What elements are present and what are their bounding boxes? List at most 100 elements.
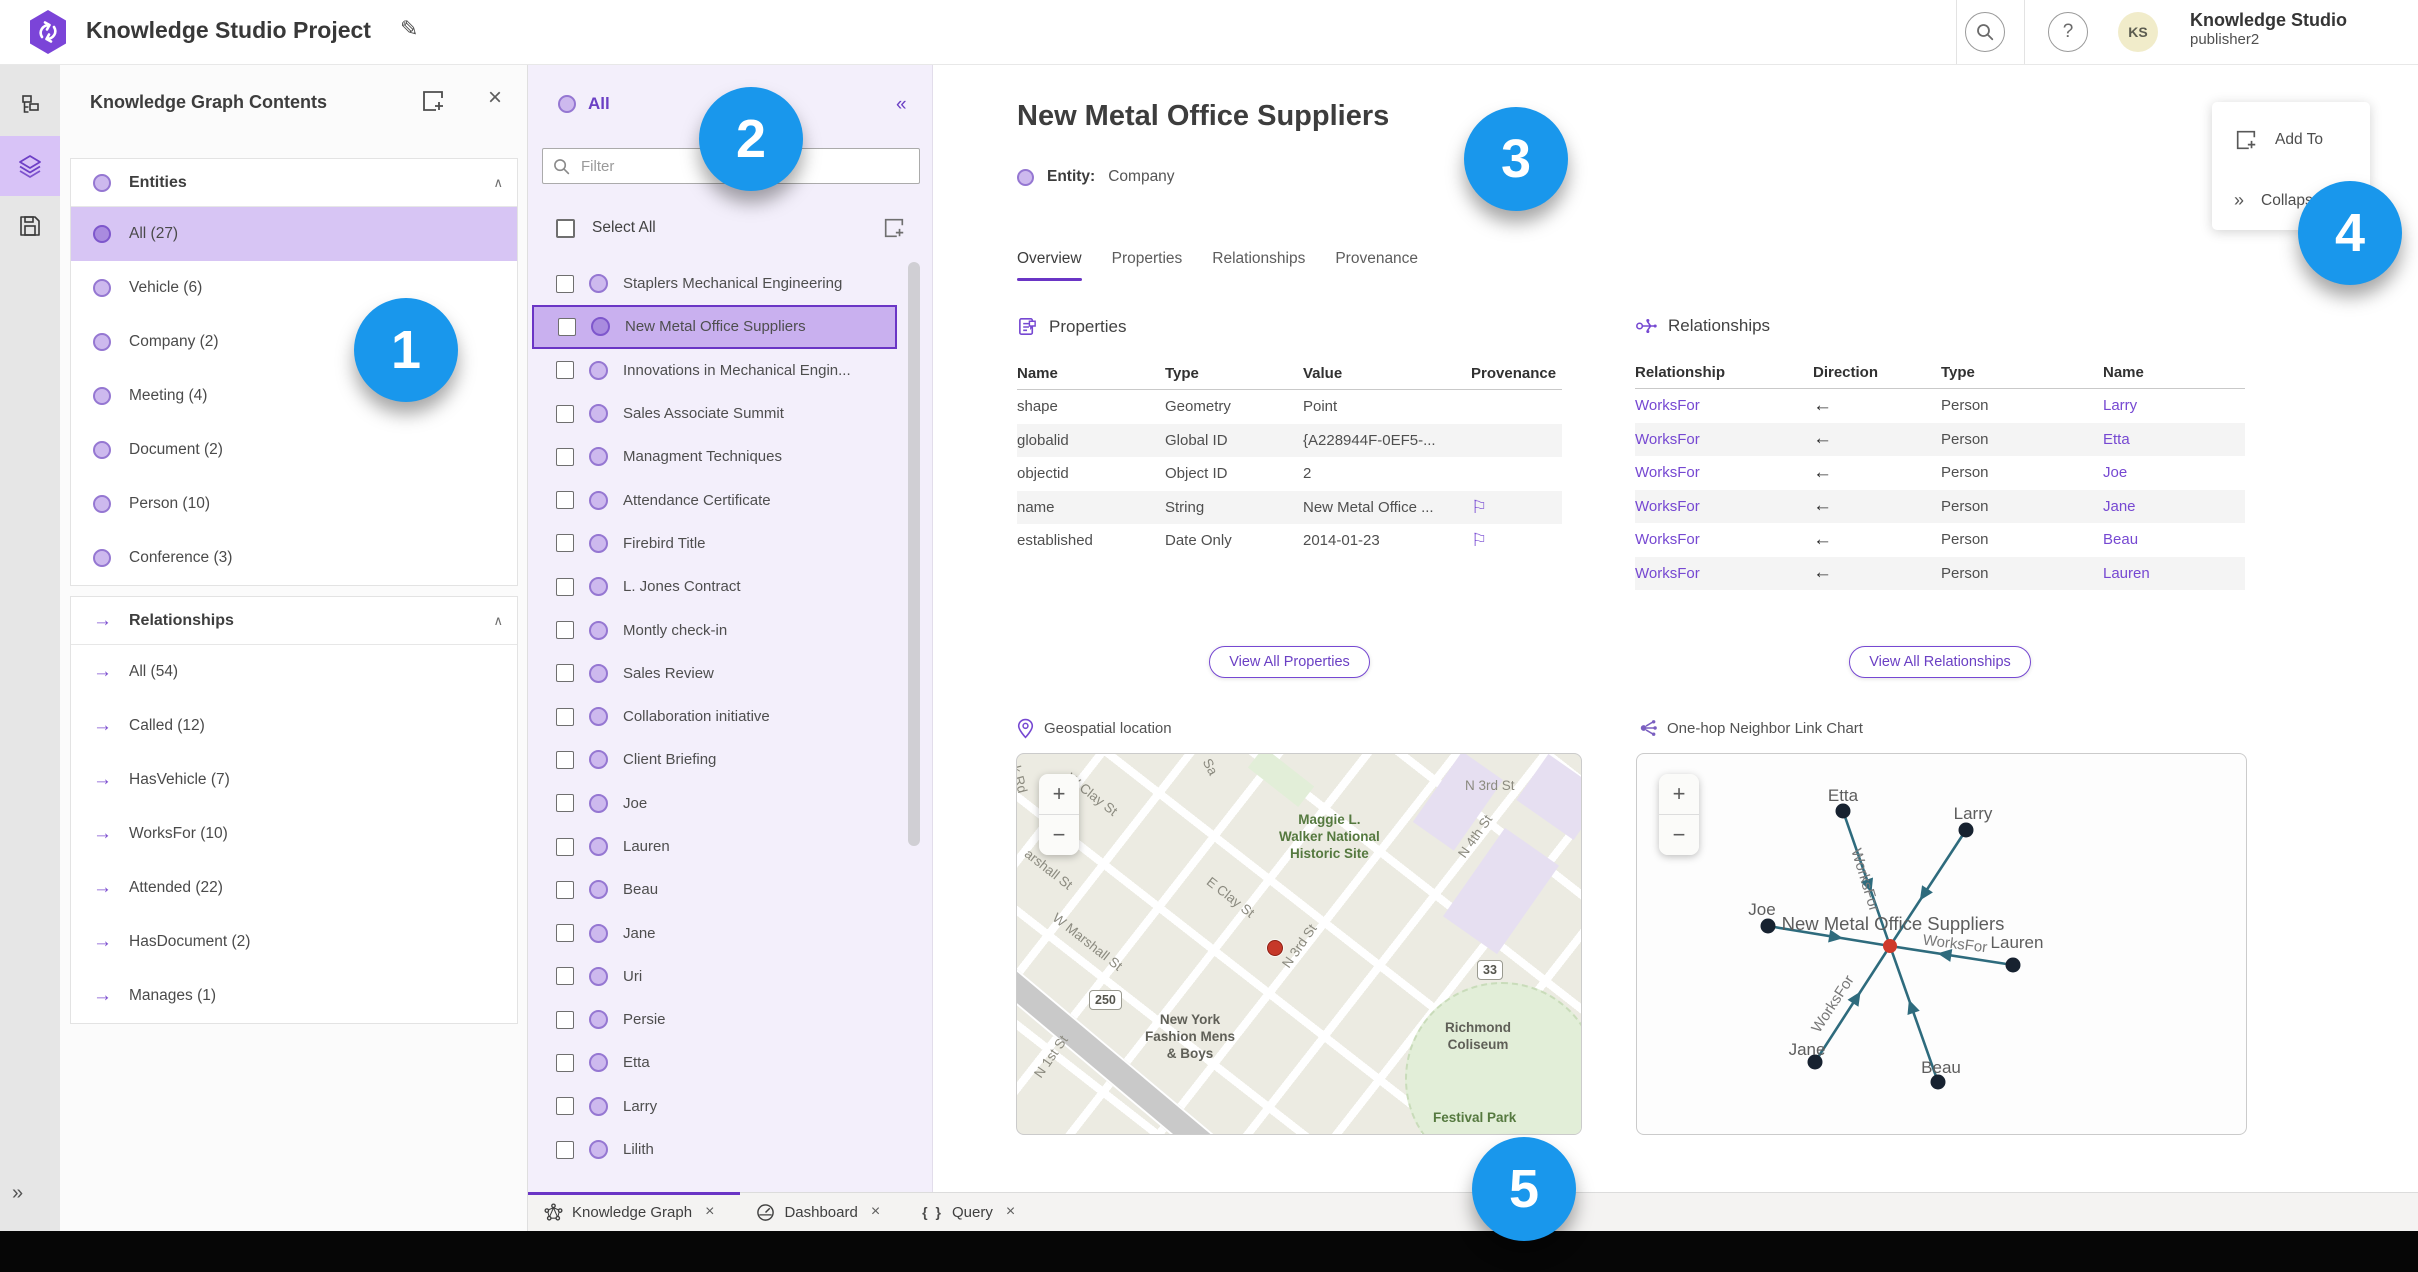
close-tab-icon[interactable]: × [871, 1203, 880, 1221]
list-item[interactable]: Etta [528, 1041, 933, 1084]
list-item[interactable]: Sales Associate Summit [528, 392, 933, 435]
list-item[interactable]: Persie [528, 998, 933, 1041]
tab-overview[interactable]: Overview [1017, 250, 1082, 281]
sidebar-item[interactable]: → HasDocument (2) [71, 915, 517, 969]
schema-tool-button[interactable] [0, 76, 60, 136]
edit-title-icon[interactable]: ✎ [400, 16, 418, 42]
list-item[interactable]: Sales Review [528, 652, 933, 695]
list-item[interactable]: Joe [528, 782, 933, 825]
chart-zoom-in-button[interactable]: + [1659, 774, 1699, 815]
item-checkbox[interactable] [556, 361, 574, 380]
item-checkbox[interactable] [556, 664, 574, 683]
close-panel-icon[interactable]: × [488, 84, 502, 112]
item-checkbox[interactable] [556, 491, 574, 510]
account-menu[interactable]: Knowledge Studio publisher2 [2190, 10, 2347, 48]
item-checkbox[interactable] [556, 404, 574, 423]
tab-provenance[interactable]: Provenance [1335, 250, 1418, 281]
item-checkbox[interactable] [556, 274, 574, 293]
chart-zoom-out-button[interactable]: − [1659, 815, 1699, 855]
provenance-flag-icon[interactable]: ⚐ [1471, 497, 1562, 518]
list-item[interactable]: New Metal Office Suppliers [532, 305, 897, 349]
close-tab-icon[interactable]: × [705, 1203, 714, 1221]
sidebar-item[interactable]: → Manages (1) [71, 969, 517, 1023]
sidebar-item[interactable]: Conference (3) [71, 531, 517, 585]
item-checkbox[interactable] [556, 967, 574, 986]
entity-name-link[interactable]: Lauren [2103, 565, 2245, 582]
item-checkbox[interactable] [556, 1010, 574, 1029]
list-item[interactable]: Managment Techniques [528, 435, 933, 478]
entity-name-link[interactable]: Jane [2103, 498, 2245, 515]
list-item[interactable]: Staplers Mechanical Engineering [528, 262, 933, 305]
save-button[interactable] [0, 196, 60, 256]
list-item[interactable]: Client Briefing [528, 738, 933, 781]
entity-name-link[interactable]: Beau [2103, 531, 2245, 548]
sidebar-item[interactable]: → Called (12) [71, 699, 517, 753]
relationship-link[interactable]: WorksFor [1635, 431, 1813, 448]
collapse-panel-icon[interactable]: « [896, 94, 907, 116]
list-item[interactable]: Lilith [528, 1128, 933, 1171]
relationship-link[interactable]: WorksFor [1635, 397, 1813, 414]
sidebar-item[interactable]: → Attended (22) [71, 861, 517, 915]
select-all-checkbox[interactable] [556, 218, 575, 238]
item-checkbox[interactable] [556, 794, 574, 813]
sidebar-item[interactable]: Person (10) [71, 477, 517, 531]
geospatial-map[interactable]: k Rd W Clay St Sa Maggie L. Walker National… [1016, 753, 1582, 1135]
help-button[interactable]: ? [2048, 12, 2088, 52]
entity-name-link[interactable]: Joe [2103, 464, 2245, 481]
provenance-flag-icon[interactable]: ⚐ [1471, 530, 1562, 551]
entity-name-link[interactable]: Etta [2103, 431, 2245, 448]
add-to-action[interactable]: Add To [2234, 128, 2323, 152]
section-header-entities[interactable]: Entities ∧ [71, 159, 517, 207]
item-checkbox[interactable] [556, 1140, 574, 1159]
list-item[interactable]: L. Jones Contract [528, 565, 933, 608]
view-tab-knowledge-graph[interactable]: Knowledge Graph × [528, 1192, 741, 1231]
item-checkbox[interactable] [556, 1053, 574, 1072]
map-zoom-in-button[interactable]: + [1039, 774, 1079, 815]
list-item[interactable]: Innovations in Mechanical Engin... [528, 349, 933, 392]
entity-name-link[interactable]: Larry [2103, 397, 2245, 414]
sidebar-item[interactable]: Document (2) [71, 423, 517, 477]
relationship-link[interactable]: WorksFor [1635, 565, 1813, 582]
sidebar-item[interactable]: All (27) [71, 207, 517, 261]
tab-relationships[interactable]: Relationships [1212, 250, 1305, 281]
expand-rail-icon[interactable]: » [12, 1182, 23, 1205]
relationship-link[interactable]: WorksFor [1635, 464, 1813, 481]
tab-properties[interactable]: Properties [1112, 250, 1183, 281]
list-item[interactable]: Lauren [528, 825, 933, 868]
section-header-relationships[interactable]: → Relationships ∧ [71, 597, 517, 645]
item-checkbox[interactable] [556, 837, 574, 856]
list-item[interactable]: Attendance Certificate [528, 478, 933, 521]
item-checkbox[interactable] [556, 621, 574, 640]
list-item[interactable]: Larry [528, 1085, 933, 1128]
list-item[interactable]: Jane [528, 911, 933, 954]
add-selection-button[interactable] [882, 216, 906, 240]
view-all-properties-button[interactable]: View All Properties [1209, 646, 1370, 678]
item-checkbox[interactable] [556, 534, 574, 553]
list-item[interactable]: Beau [528, 868, 933, 911]
one-hop-link-chart[interactable]: Etta Larry Joe Lauren Jane Beau New Metal Offi… [1636, 753, 2247, 1135]
view-all-relationships-button[interactable]: View All Relationships [1849, 646, 2031, 678]
item-checkbox[interactable] [556, 577, 574, 596]
list-scrollbar[interactable] [908, 262, 920, 846]
list-item[interactable]: Montly check-in [528, 608, 933, 651]
chart-node[interactable] [1760, 918, 1776, 934]
chart-node[interactable] [1958, 822, 1974, 838]
add-to-map-button[interactable] [420, 88, 446, 114]
contents-tool-button[interactable] [0, 136, 60, 196]
avatar[interactable]: KS [2118, 12, 2158, 52]
close-tab-icon[interactable]: × [1006, 1203, 1015, 1221]
map-zoom-out-button[interactable]: − [1039, 815, 1079, 855]
sidebar-item[interactable]: → All (54) [71, 645, 517, 699]
item-checkbox[interactable] [556, 880, 574, 899]
item-checkbox[interactable] [556, 1097, 574, 1116]
item-checkbox[interactable] [556, 447, 574, 466]
search-button[interactable] [1965, 12, 2005, 52]
list-item[interactable]: Collaboration initiative [528, 695, 933, 738]
relationship-link[interactable]: WorksFor [1635, 531, 1813, 548]
view-tab-query[interactable]: { } Query × [906, 1193, 1041, 1231]
sidebar-item[interactable]: → HasVehicle (7) [71, 753, 517, 807]
sidebar-item[interactable]: → WorksFor (10) [71, 807, 517, 861]
chart-node[interactable] [2005, 957, 2021, 973]
view-tab-dashboard[interactable]: Dashboard × [740, 1193, 906, 1231]
sidebar-item[interactable]: Vehicle (6) [71, 261, 517, 315]
